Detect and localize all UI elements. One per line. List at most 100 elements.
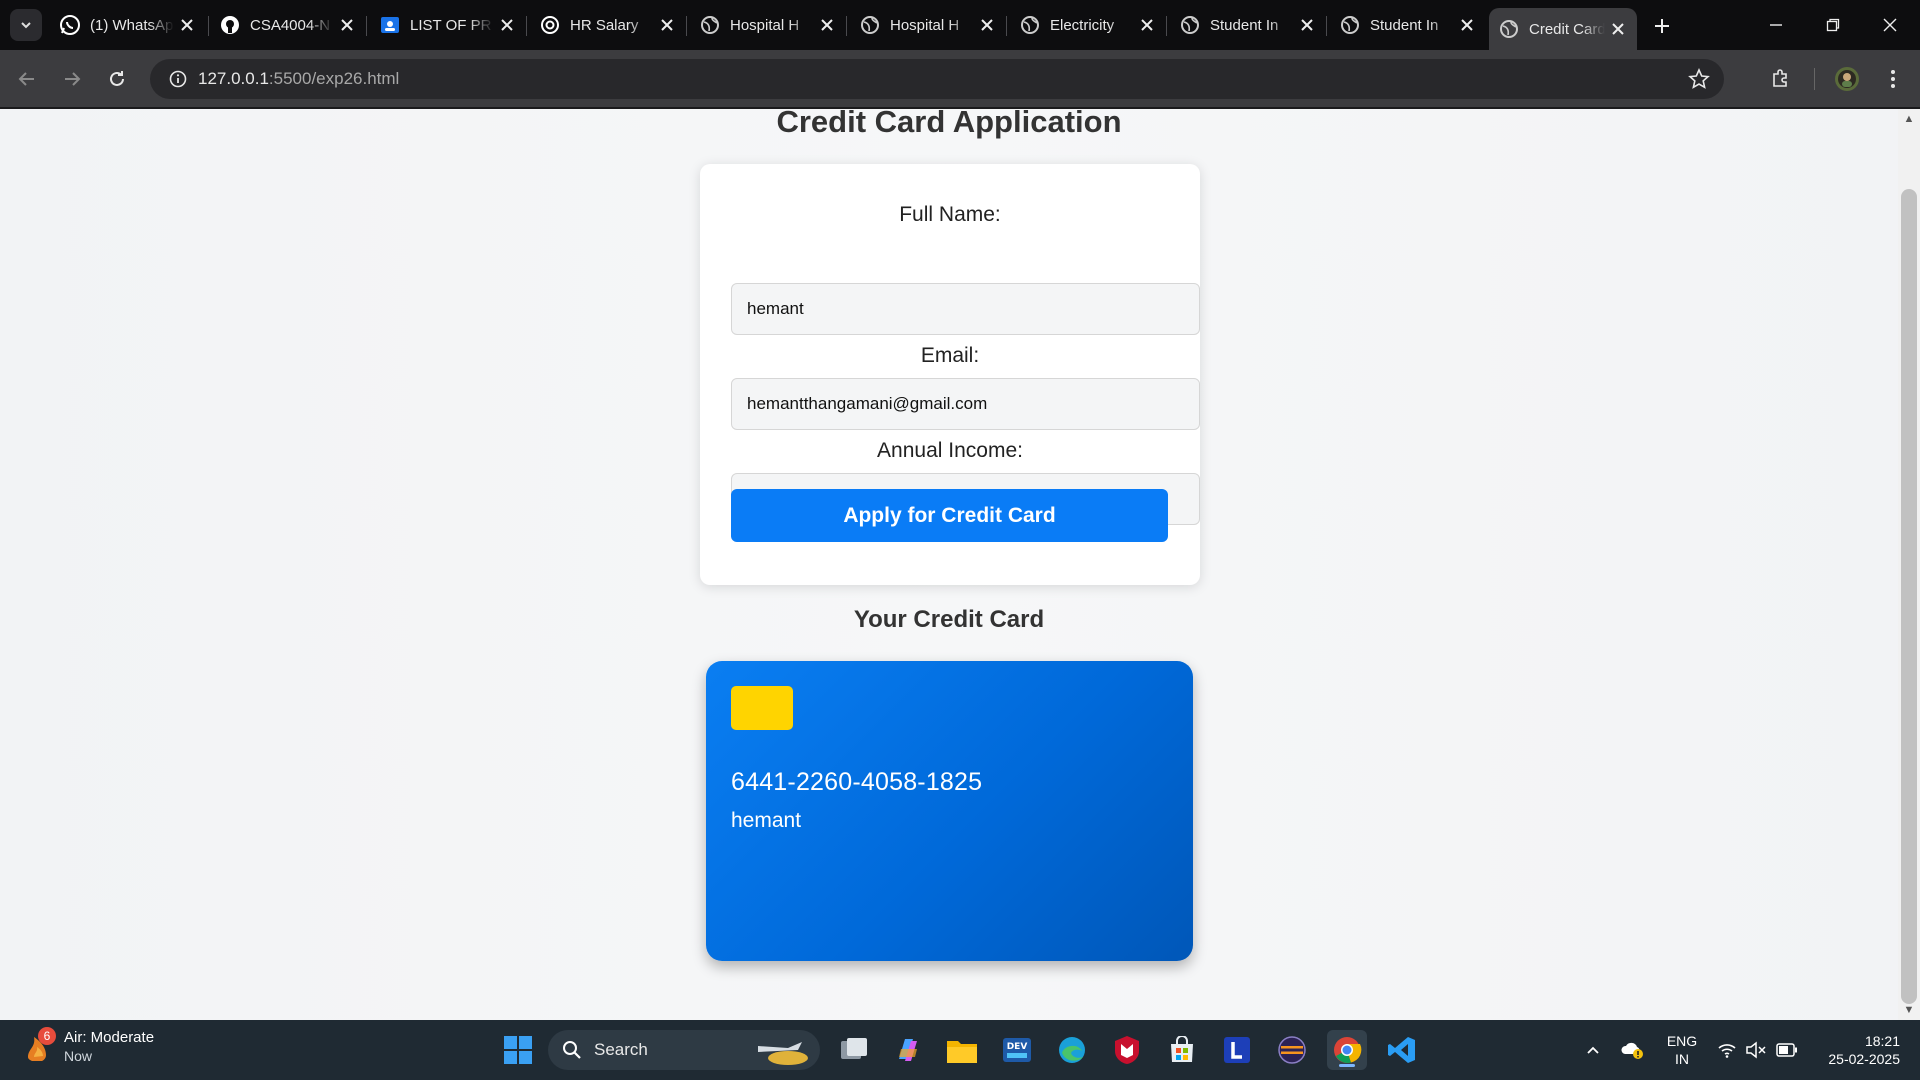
- close-icon[interactable]: [658, 16, 676, 34]
- page-viewport: Credit Card Application Full Name: Email…: [0, 109, 1898, 1020]
- eclipse-button[interactable]: [1272, 1030, 1312, 1070]
- bookmark-star-icon[interactable]: [1688, 68, 1710, 95]
- tab-title: (1) WhatsApp: [90, 16, 174, 34]
- restore-button[interactable]: [1813, 8, 1853, 42]
- full-name-input[interactable]: [731, 283, 1200, 335]
- tab-student-1[interactable]: Student In: [1170, 8, 1326, 42]
- close-icon[interactable]: [178, 16, 196, 34]
- close-icon[interactable]: [1138, 16, 1156, 34]
- github-icon: [220, 15, 240, 35]
- tab-hr-salary[interactable]: HR Salary: [530, 8, 686, 42]
- weather-widget[interactable]: 6 Air: Moderate Now: [24, 1026, 154, 1064]
- plus-icon: [1655, 19, 1669, 33]
- l-app-button[interactable]: [1217, 1030, 1257, 1070]
- start-button[interactable]: [498, 1030, 538, 1070]
- restore-icon: [1826, 18, 1840, 32]
- address-bar[interactable]: 127.0.0.1:5500/exp26.html: [150, 59, 1724, 99]
- close-icon: [1883, 18, 1897, 32]
- globe-icon: [1020, 15, 1040, 35]
- full-name-label: Full Name:: [899, 203, 1001, 226]
- whatsapp-icon: [60, 15, 80, 35]
- browser-menu-button[interactable]: [1878, 64, 1908, 94]
- file-explorer-button[interactable]: [942, 1030, 982, 1070]
- back-button[interactable]: [12, 64, 42, 94]
- wifi-icon: [1718, 1044, 1736, 1058]
- search-highlight-icon: [758, 1042, 808, 1065]
- active-indicator: [1339, 1064, 1355, 1067]
- tab-hospital-1[interactable]: Hospital H: [690, 8, 846, 42]
- close-icon[interactable]: [978, 16, 996, 34]
- tab-github[interactable]: CSA4004-N: [210, 8, 366, 42]
- reload-button[interactable]: [102, 64, 132, 94]
- chevron-down-icon: [21, 22, 31, 29]
- tab-list-of-pr[interactable]: LIST OF PR: [370, 8, 526, 42]
- tab-title: Hospital H: [890, 16, 960, 34]
- scroll-up-arrow[interactable]: ▲: [1903, 113, 1915, 125]
- minimize-button[interactable]: [1756, 8, 1796, 42]
- email-label: Email:: [920, 344, 980, 367]
- forward-button[interactable]: [57, 64, 87, 94]
- scrollbar-thumb[interactable]: [1901, 189, 1917, 1004]
- dev-home-icon: DEV: [1003, 1038, 1031, 1062]
- tab-search-button[interactable]: [10, 9, 42, 41]
- close-icon[interactable]: [498, 16, 516, 34]
- browser-toolbar: 127.0.0.1:5500/exp26.html: [0, 50, 1920, 108]
- tab-electricity[interactable]: Electricity: [1010, 8, 1166, 42]
- battery-status[interactable]: [1772, 1020, 1802, 1080]
- annual-income-label: Annual Income:: [877, 439, 1023, 462]
- edge-icon: [1059, 1037, 1085, 1063]
- tab-title: LIST OF PR: [410, 16, 492, 34]
- tab-title: Hospital H: [730, 16, 800, 34]
- chrome-button[interactable]: [1327, 1030, 1367, 1070]
- close-icon[interactable]: [338, 16, 356, 34]
- copilot-icon: [899, 1039, 917, 1061]
- input-language-indicator[interactable]: ENG IN: [1660, 1032, 1704, 1068]
- tab-title: Electricity: [1050, 16, 1115, 34]
- close-window-button[interactable]: [1870, 8, 1910, 42]
- vscode-button[interactable]: [1382, 1030, 1422, 1070]
- vscode-icon: [1388, 1037, 1415, 1063]
- edge-button[interactable]: [1052, 1030, 1092, 1070]
- tab-whatsapp[interactable]: (1) WhatsApp: [50, 8, 206, 42]
- onedrive-status[interactable]: [1618, 1020, 1648, 1080]
- page-scrollbar[interactable]: ▲ ▼: [1898, 109, 1920, 1020]
- folder-icon: [947, 1041, 977, 1063]
- show-hidden-icons-button[interactable]: [1578, 1020, 1608, 1080]
- close-icon[interactable]: [1609, 20, 1627, 38]
- tab-student-2[interactable]: Student In: [1330, 8, 1486, 42]
- new-tab-button[interactable]: [1648, 12, 1676, 40]
- system-clock[interactable]: 18:21 25-02-2025: [1810, 1032, 1900, 1068]
- dev-home-button[interactable]: DEV: [997, 1030, 1037, 1070]
- search-icon: [563, 1041, 581, 1059]
- microsoft-store-button[interactable]: [1162, 1030, 1202, 1070]
- url-host: 127.0.0.1: [198, 69, 269, 88]
- apply-credit-card-button[interactable]: Apply for Credit Card: [731, 489, 1168, 542]
- copilot-button[interactable]: [888, 1030, 928, 1070]
- volume-status[interactable]: [1742, 1020, 1770, 1080]
- profile-avatar[interactable]: [1832, 64, 1862, 94]
- kebab-menu-icon: [1891, 70, 1895, 88]
- scroll-down-arrow[interactable]: ▼: [1903, 1004, 1915, 1016]
- search-label: Search: [594, 1040, 648, 1059]
- extensions-button[interactable]: [1766, 64, 1796, 94]
- chrome-icon: [1334, 1037, 1362, 1063]
- site-info-icon[interactable]: [158, 70, 198, 88]
- card-number: 6441-2260-4058-1825: [731, 768, 983, 796]
- globe-icon: [700, 15, 720, 35]
- air-quality-icon: 6: [24, 1026, 56, 1063]
- minimize-icon: [1770, 24, 1782, 26]
- close-icon[interactable]: [1458, 16, 1476, 34]
- tab-hospital-2[interactable]: Hospital H: [850, 8, 1006, 42]
- mcafee-button[interactable]: [1107, 1030, 1147, 1070]
- wifi-status[interactable]: [1714, 1020, 1740, 1080]
- application-form: Full Name: Email: Annual Income: Apply f…: [700, 164, 1200, 585]
- email-input[interactable]: [731, 378, 1200, 430]
- globe-icon: [860, 15, 880, 35]
- store-icon: [1171, 1036, 1193, 1062]
- tab-credit-card-active[interactable]: Credit Card: [1489, 8, 1637, 50]
- task-view-button[interactable]: [834, 1030, 874, 1070]
- close-icon[interactable]: [1298, 16, 1316, 34]
- taskbar-search[interactable]: Search: [548, 1030, 820, 1070]
- close-icon[interactable]: [818, 16, 836, 34]
- clock-time: 18:21: [1864, 1033, 1900, 1049]
